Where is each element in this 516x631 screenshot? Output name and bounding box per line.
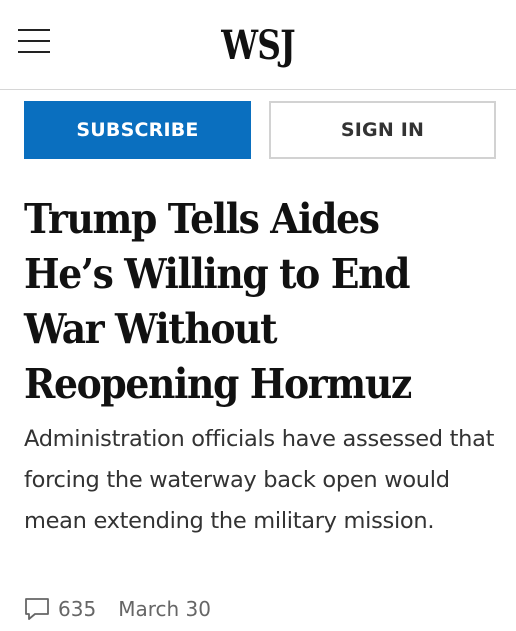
comment-count: 635: [58, 597, 97, 621]
article-summary: Administration officials have assessed t…: [24, 426, 495, 534]
subscribe-button[interactable]: SUBSCRIBE: [24, 101, 251, 159]
article-meta: 635 March 30: [24, 593, 211, 625]
top-bar: WSJ: [0, 0, 516, 90]
publish-date: March 30: [118, 597, 211, 621]
sign-in-button[interactable]: SIGN IN: [269, 101, 496, 159]
speech-bubble-icon: [24, 597, 50, 621]
comments-link[interactable]: 635: [24, 597, 96, 621]
article-headline[interactable]: Trump Tells Aides He’s Willing to End Wa…: [24, 192, 466, 412]
wsj-logo[interactable]: WSJ: [46, 22, 469, 69]
